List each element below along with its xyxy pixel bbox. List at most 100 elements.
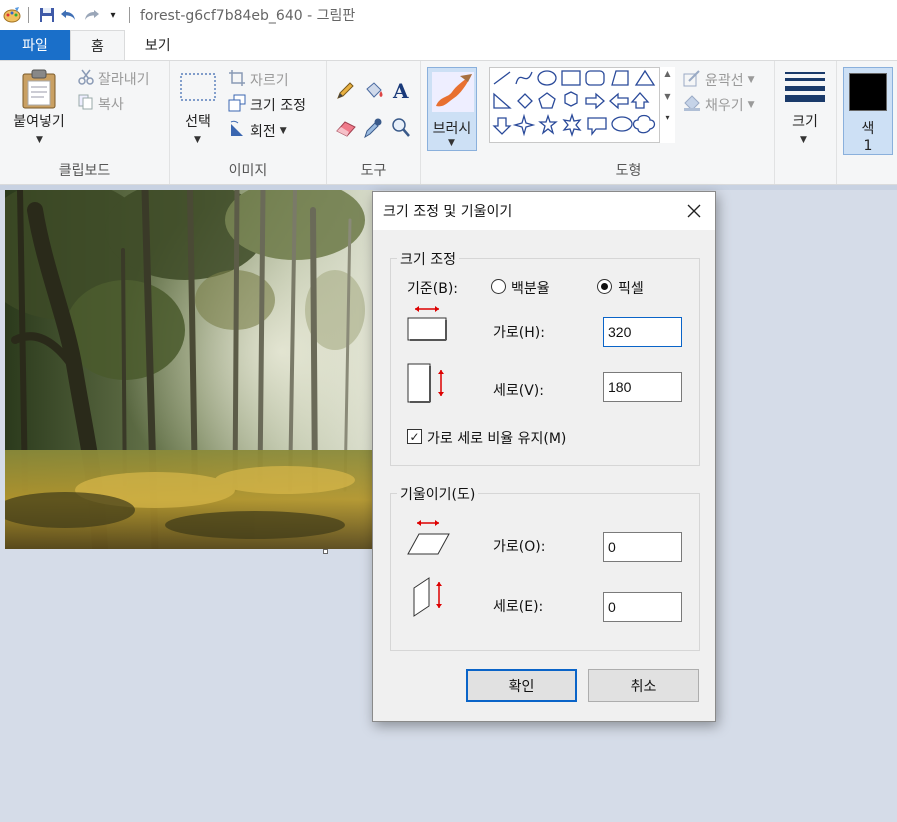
shapes-group-label: 도형 [615, 163, 642, 179]
forest-image [5, 190, 373, 549]
copy-label: 복사 [98, 97, 124, 113]
undo-icon[interactable] [59, 5, 79, 25]
fill-bucket-icon[interactable] [363, 81, 385, 105]
cut-label: 잘라내기 [98, 72, 150, 88]
crop-button[interactable]: 자르기 [228, 69, 289, 91]
dialog-title-bar: 크기 조정 및 기울이기 [373, 192, 715, 230]
outline-label: 윤곽선 [705, 73, 744, 89]
horizontal-label: 가로(H): [493, 325, 545, 341]
expand-gallery-icon[interactable]: ▾ [660, 113, 675, 122]
color1-swatch [849, 73, 887, 111]
tools-group: A 도구 [327, 61, 421, 184]
color1-label: 색 [861, 121, 875, 137]
resize-label: 크기 조정 [250, 98, 306, 114]
customize-toolbar-icon[interactable]: ▾ [103, 5, 123, 25]
select-dropdown-icon[interactable]: ▼ [194, 135, 201, 145]
text-tool-icon[interactable]: A [391, 79, 413, 105]
scroll-up-icon[interactable]: ▲ [660, 69, 675, 78]
shapes-group: ▲ ▼ ▾ 윤곽선 ▼ 채우기 ▼ 도형 [483, 61, 775, 184]
fill-button[interactable]: 채우기 ▼ [683, 94, 755, 116]
outline-button[interactable]: 윤곽선 ▼ [683, 69, 755, 91]
color1-button[interactable]: 색 1 [843, 67, 893, 155]
separator [129, 7, 130, 23]
outline-dropdown-icon: ▼ [747, 75, 755, 85]
resize-button[interactable]: 크기 조정 [228, 94, 306, 116]
vertical-size-input[interactable] [603, 372, 682, 402]
size-dropdown-icon[interactable]: ▼ [800, 135, 807, 145]
brush-label: 브러시 [432, 121, 472, 137]
shapes-grid [492, 69, 656, 138]
paste-button[interactable]: 붙여넣기 [6, 111, 72, 131]
tools-group-label: 도구 [360, 163, 387, 179]
skew-vertical-label: 세로(E): [493, 599, 544, 615]
canvas-resize-handle[interactable] [323, 549, 328, 554]
ok-button[interactable]: 확인 [466, 669, 577, 702]
cancel-button[interactable]: 취소 [588, 669, 699, 702]
fill-icon [683, 94, 701, 116]
pencil-icon[interactable] [335, 81, 355, 105]
size-group: 크기 ▼ [775, 61, 837, 184]
basis-label: 기준(B): [407, 281, 459, 297]
eraser-icon[interactable] [335, 119, 357, 141]
pixel-label: 픽셀 [618, 281, 644, 297]
resize-legend: 크기 조정 [397, 249, 459, 269]
copy-button[interactable]: 복사 [78, 94, 124, 114]
horizontal-size-input[interactable] [603, 317, 682, 347]
paste-icon[interactable] [20, 69, 58, 113]
svg-text:A: A [392, 79, 409, 101]
image-group: 선택 ▼ 자르기 크기 조정 회전 ▼ 이미지 [170, 61, 327, 184]
color1-index: 1 [863, 138, 873, 154]
ribbon-tabs: 파일 홈 보기 [0, 30, 897, 61]
horizontal-resize-icon [407, 304, 449, 346]
color-picker-icon[interactable] [363, 117, 383, 143]
vertical-label: 세로(V): [493, 383, 544, 399]
image-group-label: 이미지 [228, 163, 268, 179]
size-button[interactable]: 크기 [775, 111, 835, 131]
rotate-button[interactable]: 회전 ▼ [228, 120, 287, 142]
skew-horizontal-input[interactable] [603, 532, 682, 562]
keep-ratio-checkbox[interactable]: ✓ [407, 429, 422, 444]
crop-label: 자르기 [250, 73, 289, 89]
scroll-down-icon[interactable]: ▼ [660, 92, 675, 101]
paint-app-icon[interactable] [2, 5, 22, 25]
redo-icon[interactable] [81, 5, 101, 25]
skew-vertical-input[interactable] [603, 592, 682, 622]
vertical-resize-icon [407, 362, 449, 410]
resize-icon [228, 94, 246, 116]
brush-icon [432, 72, 474, 116]
brush-button[interactable]: 브러시 ▼ [427, 67, 477, 151]
magnifier-icon[interactable] [391, 117, 411, 143]
percent-radio[interactable] [491, 279, 506, 294]
resize-skew-dialog: 크기 조정 및 기울이기 크기 조정 기준(B): 백분율 픽셀 가로(H): … [372, 191, 716, 722]
tab-view[interactable]: 보기 [125, 30, 191, 60]
skew-horizontal-label: 가로(O): [493, 539, 546, 555]
title-bar: ▾ forest-g6cf7b84eb_640 - 그림판 [0, 0, 897, 30]
line-size-icon[interactable] [785, 71, 825, 107]
window-title: forest-g6cf7b84eb_640 - 그림판 [140, 8, 356, 24]
rotate-icon [228, 120, 246, 142]
paste-dropdown-icon[interactable]: ▼ [36, 135, 43, 145]
close-icon[interactable] [683, 200, 705, 222]
brush-dropdown-icon: ▼ [448, 138, 455, 148]
color1-group: 색 1 [837, 61, 897, 184]
tab-file[interactable]: 파일 [0, 30, 70, 60]
fill-dropdown-icon: ▼ [747, 100, 755, 110]
dialog-title: 크기 조정 및 기울이기 [383, 204, 513, 220]
skew-legend: 기울이기(도) [397, 484, 479, 504]
clipboard-group-label: 클립보드 [58, 163, 111, 179]
skew-fieldset: 기울이기(도) [390, 484, 700, 651]
pixel-radio[interactable] [597, 279, 612, 294]
percent-label: 백분율 [511, 281, 550, 297]
scissors-icon [78, 69, 94, 89]
brush-group: 브러시 ▼ [421, 61, 483, 184]
canvas-image[interactable] [5, 190, 373, 549]
rotate-dropdown-icon: ▼ [279, 126, 287, 136]
fill-label: 채우기 [705, 98, 744, 114]
shapes-gallery[interactable] [489, 67, 675, 143]
select-button[interactable]: 선택 [174, 111, 222, 131]
select-icon[interactable] [180, 73, 216, 105]
save-icon[interactable] [37, 5, 57, 25]
shapes-scroll[interactable]: ▲ ▼ ▾ [659, 67, 675, 143]
cut-button[interactable]: 잘라내기 [78, 69, 150, 89]
tab-home[interactable]: 홈 [70, 30, 125, 61]
